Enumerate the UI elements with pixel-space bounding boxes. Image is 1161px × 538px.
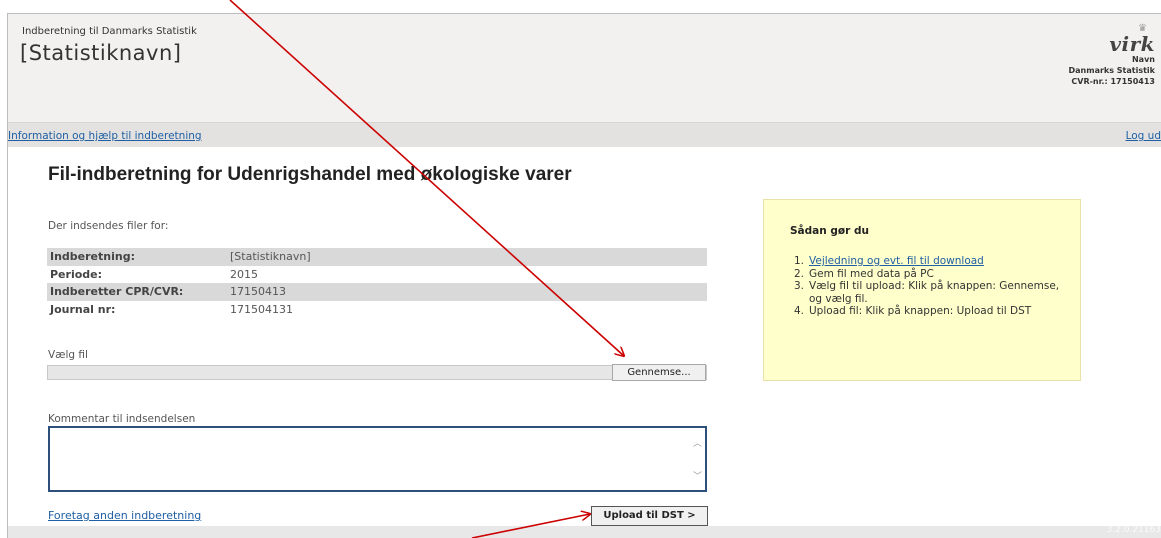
info-value: [Statistiknavn] [230,250,311,264]
textarea-scrollbar[interactable]: ︿ ﹀ [690,428,705,490]
sends-for-label: Der indsendes filer for: [48,220,169,232]
step-number: 4. [793,305,804,317]
step-number: 3. [793,280,804,292]
step-text: Gem fil med data på PC [809,267,934,280]
help-box: Sådan gør du 1. Vejledning og evt. fil t… [763,199,1081,381]
comment-textarea[interactable]: ︿ ﹀ [48,426,707,492]
info-label: Indberetning: [50,250,135,264]
logo-brand: virk [1109,32,1155,56]
info-label: Indberetter CPR/CVR: [50,285,184,299]
report-info-table: Indberetning: [Statistiknavn] Periode: 2… [47,248,707,318]
file-path-field[interactable] [47,365,707,380]
choose-file-label: Vælg fil [48,349,88,361]
help-step: 2. Gem fil med data på PC [792,268,1062,281]
step-text: Upload fil: Klik på knappen: Upload til … [809,305,1032,317]
upload-button[interactable]: Upload til DST > [591,506,708,526]
comment-label: Kommentar til indsendelsen [48,413,196,425]
page-title: [Statistiknavn] [20,41,182,65]
info-label: Journal nr: [50,302,116,316]
help-step: 3. Vælg fil til upload: Klik på knappen:… [792,280,1062,305]
info-row: Journal nr: 171504131 [47,301,707,319]
other-report-link[interactable]: Foretag anden indberetning [48,509,201,522]
step-number: 2. [793,267,804,280]
organization-name: Danmarks Statistik [1068,66,1155,75]
info-row: Indberetter CPR/CVR: 17150413 [47,283,707,301]
virk-logo: ♛ virk Navn Danmarks Statistik CVR-nr.: … [1069,24,1155,87]
step-number: 1. [793,255,804,267]
info-value: 17150413 [230,285,286,299]
nav-bar: Information og hjælp til indberetning Lo… [8,122,1161,147]
version-label: 3.2.0.21163 [1106,525,1161,535]
chevron-up-icon[interactable]: ︿ [693,436,702,449]
step-text: Vælg fil til upload: Klik på knappen: Ge… [809,280,1060,305]
help-step: 1. Vejledning og evt. fil til download [792,255,1062,268]
help-steps: 1. Vejledning og evt. fil til download 2… [792,255,1062,318]
help-title: Sådan gør du [790,225,869,237]
logout-link[interactable]: Log ud [1126,130,1161,142]
cvr-number: CVR-nr.: 17150413 [1071,77,1155,86]
info-value: 171504131 [230,302,293,316]
help-step: 4. Upload fil: Klik på knappen: Upload t… [792,305,1062,318]
main-heading: Fil-indberetning for Udenrigshandel med … [48,164,572,185]
info-value: 2015 [230,267,258,281]
info-row: Indberetning: [Statistiknavn] [47,248,707,266]
info-row: Periode: 2015 [47,266,707,284]
download-guide-link[interactable]: Vejledning og evt. fil til download [809,255,984,268]
help-link[interactable]: Information og hjælp til indberetning [8,130,202,142]
info-label: Periode: [50,267,103,281]
header-subtitle: Indberetning til Danmarks Statistik [22,26,197,37]
page-footer: 3.2.0.21163 [8,525,1161,538]
chevron-down-icon[interactable]: ﹀ [693,469,702,482]
browse-button[interactable]: Gennemse... [612,364,706,381]
page-header: Indberetning til Danmarks Statistik [Sta… [8,14,1161,122]
